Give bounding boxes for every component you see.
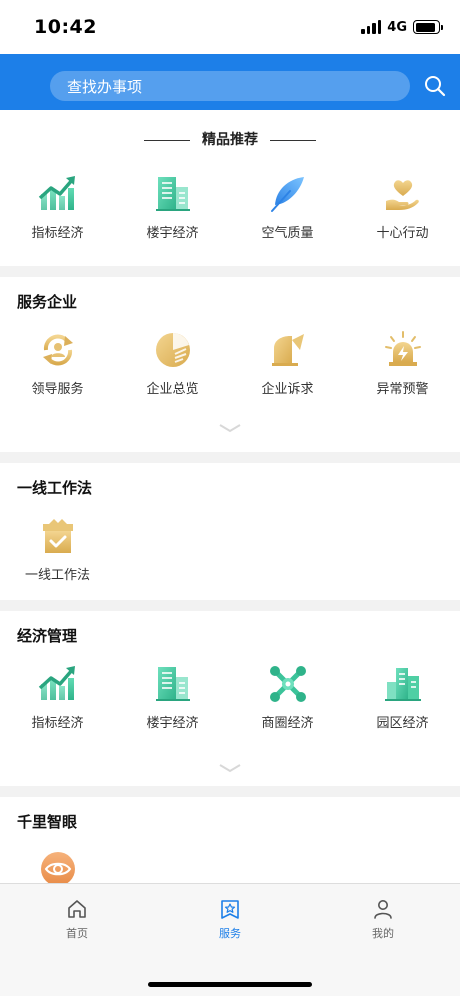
- eye-icon: [40, 852, 75, 886]
- tab-bar: 首页 服务 我的: [0, 883, 460, 996]
- service-grid: 领导服务 企业总览 企业诉求 异常预警: [0, 330, 460, 397]
- network-cross-icon: [269, 666, 306, 702]
- tab-mine[interactable]: 我的: [343, 898, 423, 941]
- featured-item-ten-hearts[interactable]: 十心行动: [345, 174, 460, 241]
- trend-chart-icon: [38, 666, 75, 700]
- tab-home[interactable]: 首页: [37, 898, 117, 941]
- section-title: 一线工作法: [17, 479, 93, 497]
- leader-service-icon: [42, 334, 73, 366]
- featured-item-building-economy[interactable]: 楼宇经济: [115, 174, 230, 241]
- expand-chevron-icon[interactable]: [219, 423, 241, 433]
- econ-item-index-economy[interactable]: 指标经济: [0, 664, 115, 731]
- home-icon: [68, 900, 86, 918]
- econ-grid: 指标经济 楼宇经济 商圈经济 园区经济: [0, 664, 460, 731]
- status-indicators: 4G: [361, 19, 443, 35]
- alarm-light-icon: [384, 331, 421, 366]
- search-input[interactable]: 查找办事项: [50, 71, 410, 101]
- feather-icon: [270, 177, 304, 212]
- featured-item-index-economy[interactable]: 指标经济: [0, 174, 115, 241]
- battery-icon: [413, 20, 443, 34]
- pie-chart-icon: [155, 333, 190, 367]
- service-item-overview[interactable]: 企业总览: [115, 330, 230, 397]
- divider-left: [144, 139, 190, 141]
- network-type: 4G: [387, 19, 407, 35]
- heart-hand-icon: [385, 180, 419, 210]
- service-item-appeals[interactable]: 企业诉求: [230, 330, 345, 397]
- status-bar: 10:42 4G: [0, 0, 460, 54]
- main-content: 精品推荐 指标经济 楼宇经济 空气质量 十心行动 服务企业 领导服务 企业总览 …: [0, 110, 460, 887]
- econ-item-building-economy[interactable]: 楼宇经济: [115, 664, 230, 731]
- search-placeholder: 查找办事项: [67, 78, 143, 96]
- econ-section: 经济管理 指标经济 楼宇经济 商圈经济 园区经济: [0, 611, 460, 786]
- eye-grid: [0, 849, 460, 887]
- eye-section: 千里智眼: [0, 797, 460, 887]
- service-item-alert[interactable]: 异常预警: [345, 330, 460, 397]
- building-icon: [155, 177, 190, 211]
- section-title: 服务企业: [17, 293, 78, 311]
- work-item-frontline[interactable]: 一线工作法: [0, 516, 115, 583]
- status-time: 10:42: [34, 16, 97, 38]
- tab-services[interactable]: 服务: [190, 898, 270, 941]
- search-icon[interactable]: [424, 75, 446, 97]
- econ-item-business-district[interactable]: 商圈经济: [230, 664, 345, 731]
- service-item-leader[interactable]: 领导服务: [0, 330, 115, 397]
- building-icon: [155, 667, 190, 701]
- eye-item[interactable]: [0, 849, 115, 887]
- featured-item-air-quality[interactable]: 空气质量: [230, 174, 345, 241]
- checkbox-crate-icon: [42, 519, 73, 553]
- signal-icon: [361, 20, 382, 34]
- home-indicator[interactable]: [148, 982, 312, 987]
- service-section: 服务企业 领导服务 企业总览 企业诉求 异常预警: [0, 277, 460, 452]
- section-title: 千里智眼: [17, 813, 78, 831]
- econ-item-park-economy[interactable]: 园区经济: [345, 664, 460, 731]
- work-section: 一线工作法 一线工作法: [0, 463, 460, 600]
- featured-grid: 指标经济 楼宇经济 空气质量 十心行动: [0, 174, 460, 241]
- bookmark-star-icon: [221, 900, 239, 919]
- work-grid: 一线工作法: [0, 516, 460, 583]
- trend-chart-icon: [38, 176, 75, 210]
- featured-title: 精品推荐: [202, 132, 258, 148]
- featured-section: 精品推荐 指标经济 楼宇经济 空气质量 十心行动: [0, 110, 460, 266]
- person-icon: [374, 900, 392, 919]
- park-buildings-icon: [384, 668, 421, 701]
- divider-right: [270, 139, 316, 141]
- expand-chevron-icon[interactable]: [219, 763, 241, 773]
- header: 查找办事项: [0, 54, 460, 110]
- section-title: 经济管理: [17, 627, 78, 645]
- writing-icon: [271, 334, 304, 366]
